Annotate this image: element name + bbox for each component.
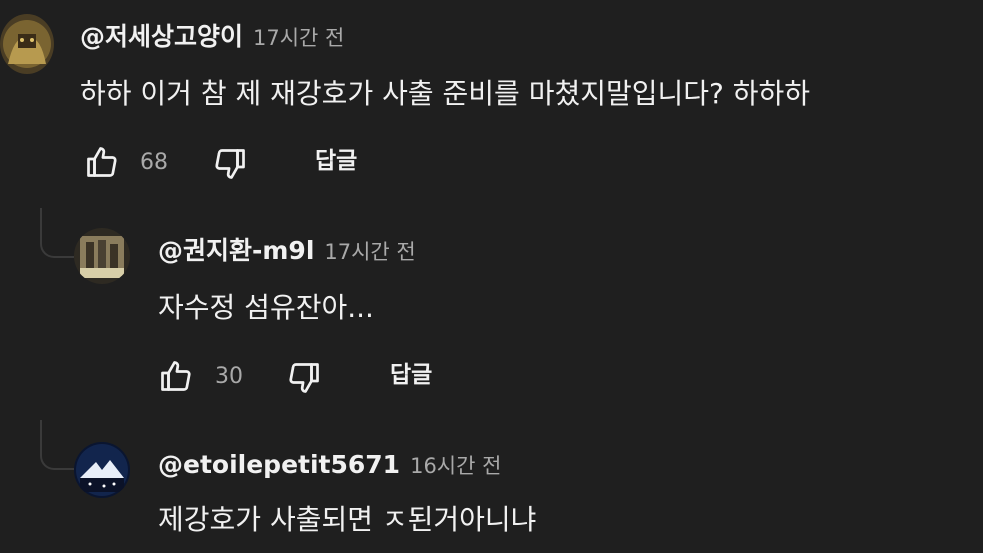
comment-author[interactable]: @etoilepetit5671 16시간 전 [158, 450, 501, 481]
avatar[interactable] [74, 228, 130, 284]
author-handle[interactable]: @저세상고양이 [80, 22, 243, 51]
like-count: 68 [140, 150, 168, 175]
thumbs-down-icon[interactable] [212, 146, 248, 182]
comment-author[interactable]: @권지환-m9l 17시간 전 [158, 236, 416, 267]
avatar[interactable] [74, 442, 130, 498]
thread-line [40, 420, 74, 470]
comment-author[interactable]: @저세상고양이 17시간 전 [80, 22, 344, 53]
comment-time: 17시간 전 [324, 240, 416, 264]
comment-text: 자수정 섬유잔아... [158, 291, 374, 324]
thumbs-down-icon[interactable] [286, 360, 322, 396]
like-count: 30 [215, 364, 243, 389]
reply-button[interactable]: 답글 [390, 360, 432, 390]
thread-line [40, 208, 74, 258]
author-handle[interactable]: @권지환-m9l [158, 236, 314, 265]
thumbs-up-icon[interactable] [158, 358, 194, 394]
comment-text: 하하 이거 참 제 재강호가 사출 준비를 마쳤지말입니다? 하하하 [80, 77, 811, 110]
comment-time: 17시간 전 [253, 26, 345, 50]
thumbs-up-icon[interactable] [84, 144, 120, 180]
comment-time: 16시간 전 [410, 454, 502, 478]
comment-text: 제강호가 사출되면 ㅈ된거아니냐 [158, 503, 537, 536]
avatar[interactable] [0, 14, 54, 74]
author-handle[interactable]: @etoilepetit5671 [158, 450, 400, 479]
reply-button[interactable]: 답글 [315, 146, 357, 176]
